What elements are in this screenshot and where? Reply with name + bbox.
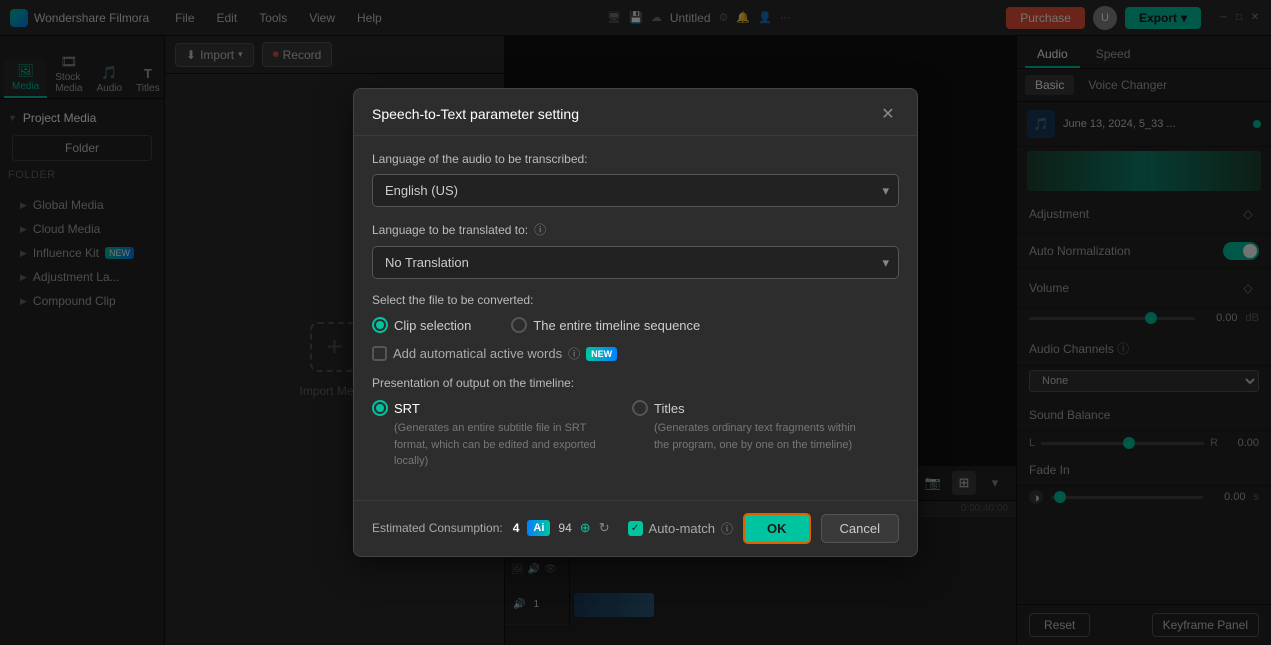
add-credits-icon[interactable]: ⊕ [580,520,591,536]
add-words-help-icon[interactable]: ⓘ [568,345,580,362]
output-option-titles: Titles (Generates ordinary text fragment… [632,400,862,470]
radio-clip-selection[interactable]: Clip selection [372,317,471,333]
lang-translate-select-wrap: No Translation [372,246,899,279]
convert-label: Select the file to be converted: [372,293,899,307]
dialog-footer: Estimated Consumption: 4 Ai 94 ⊕ ↻ Auto-… [354,500,917,556]
auto-match-checkbox[interactable]: Auto-match ⓘ [628,520,734,537]
dialog-overlay: Speech-to-Text parameter setting ✕ Langu… [0,0,1271,645]
auto-match-checkbox-box [628,521,643,536]
dialog-title: Speech-to-Text parameter setting [372,106,579,122]
convert-options: Clip selection The entire timeline seque… [372,317,899,333]
ok-button[interactable]: OK [743,513,811,544]
radio-clip-circle [372,317,388,333]
dialog-header: Speech-to-Text parameter setting ✕ [354,89,917,136]
output-option-srt: SRT (Generates an entire subtitle file i… [372,400,602,470]
refresh-icon[interactable]: ↻ [599,520,610,536]
output-titles-label: Titles [654,401,685,416]
radio-titles-circle [632,400,648,416]
output-titles-desc: (Generates ordinary text fragments withi… [632,420,862,453]
add-words-checkbox-box [372,346,387,361]
auto-match-help-icon[interactable]: ⓘ [721,520,733,537]
dialog-body: Language of the audio to be transcribed:… [354,136,917,500]
radio-srt-circle [372,400,388,416]
lang-translate-label: Language to be translated to: ⓘ [372,221,899,238]
cancel-button[interactable]: Cancel [821,514,899,543]
lang-audio-select[interactable]: English (US) [372,174,899,207]
ai-badge: Ai [527,520,550,536]
radio-entire-timeline[interactable]: The entire timeline sequence [511,317,700,333]
lang-audio-label: Language of the audio to be transcribed: [372,152,899,166]
output-srt-label: SRT [394,401,420,416]
speech-to-text-dialog: Speech-to-Text parameter setting ✕ Langu… [353,88,918,557]
credit-count: 94 [558,521,571,535]
radio-timeline-circle [511,317,527,333]
add-words-new-badge: NEW [586,347,617,361]
estimated-value: 4 [513,521,520,535]
lang-translate-help-icon[interactable]: ⓘ [534,221,546,238]
lang-audio-select-wrap: English (US) [372,174,899,207]
footer-left: Estimated Consumption: 4 Ai 94 ⊕ ↻ [372,520,618,536]
dialog-close-button[interactable]: ✕ [877,103,899,125]
add-words-checkbox[interactable]: Add automatical active words ⓘ NEW [372,345,899,362]
estimated-label: Estimated Consumption: [372,521,503,535]
output-options: SRT (Generates an entire subtitle file i… [372,400,899,470]
output-srt-desc: (Generates an entire subtitle file in SR… [372,420,602,470]
lang-translate-select[interactable]: No Translation [372,246,899,279]
output-label: Presentation of output on the timeline: [372,376,899,390]
